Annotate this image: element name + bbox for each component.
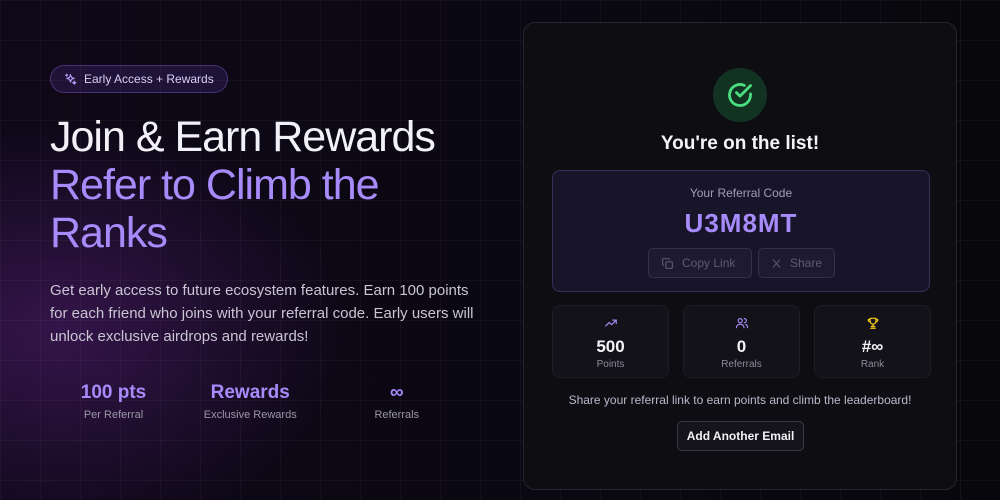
- share-hint: Share your referral link to earn points …: [568, 393, 912, 407]
- hero-stat-rewards: Rewards Exclusive Rewards: [177, 382, 324, 421]
- hero-stat-label: Exclusive Rewards: [203, 409, 297, 421]
- success-badge: [713, 68, 767, 122]
- share-button[interactable]: Share: [758, 248, 835, 278]
- check-circle-icon: [728, 83, 752, 107]
- hero-stat-value: ∞: [389, 382, 404, 403]
- copy-link-label: Copy Link: [682, 256, 736, 270]
- stat-value: #∞: [861, 337, 884, 356]
- hero-description: Get early access to future ecosystem fea…: [50, 282, 474, 345]
- stat-rank: #∞ Rank: [814, 305, 931, 378]
- stat-label: Referrals: [721, 359, 762, 370]
- stat-label: Rank: [860, 359, 885, 370]
- copy-icon: [662, 257, 673, 269]
- trophy-icon: [867, 317, 878, 329]
- hero-stat-label: Referrals: [374, 409, 420, 421]
- stat-value: 0: [736, 337, 747, 356]
- referral-code-box: Your Referral Code U3M8MT Copy Link Shar…: [552, 170, 930, 292]
- page-title: Join & Earn Rewards Refer to Climb the R…: [50, 113, 490, 257]
- hero-stat-label: Per Referral: [83, 409, 144, 421]
- hero-stat-referrals: ∞ Referrals: [324, 382, 471, 421]
- stat-referrals: 0 Referrals: [683, 305, 800, 378]
- stat-value: 500: [596, 337, 625, 356]
- add-another-email-button[interactable]: Add Another Email: [677, 421, 804, 451]
- share-label: Share: [789, 256, 822, 270]
- hero-stat-value: 100 pts: [80, 382, 147, 403]
- stat-points: 500 Points: [552, 305, 669, 378]
- stat-label: Points: [596, 359, 625, 370]
- waitlist-card: You're on the list! Your Referral Code U…: [523, 22, 957, 490]
- referral-code[interactable]: U3M8MT: [553, 208, 929, 239]
- card-title: You're on the list!: [660, 133, 820, 154]
- copy-link-button[interactable]: Copy Link: [648, 248, 752, 278]
- referral-actions: Copy Link Share: [648, 248, 835, 278]
- early-access-badge: Early Access + Rewards: [50, 65, 228, 93]
- hero-stat-value: Rewards: [210, 382, 290, 403]
- hero-stat-per-referral: 100 pts Per Referral: [50, 382, 177, 421]
- headline-line-1: Join & Earn Rewards: [50, 113, 436, 161]
- hero-stats: 100 pts Per Referral Rewards Exclusive R…: [50, 382, 470, 421]
- sparkles-icon: [65, 73, 77, 85]
- users-icon: [735, 318, 748, 329]
- trending-up-icon: [604, 319, 617, 327]
- referral-code-label: Your Referral Code: [689, 186, 793, 200]
- x-logo-icon: [772, 258, 781, 268]
- badge-label: Early Access + Rewards: [84, 72, 214, 86]
- headline-line-2: Refer to Climb the Ranks: [50, 161, 380, 257]
- hero-section: Early Access + Rewards Join & Earn Rewar…: [50, 65, 490, 348]
- user-stats: 500 Points 0 Referrals #∞ Rank: [552, 305, 931, 378]
